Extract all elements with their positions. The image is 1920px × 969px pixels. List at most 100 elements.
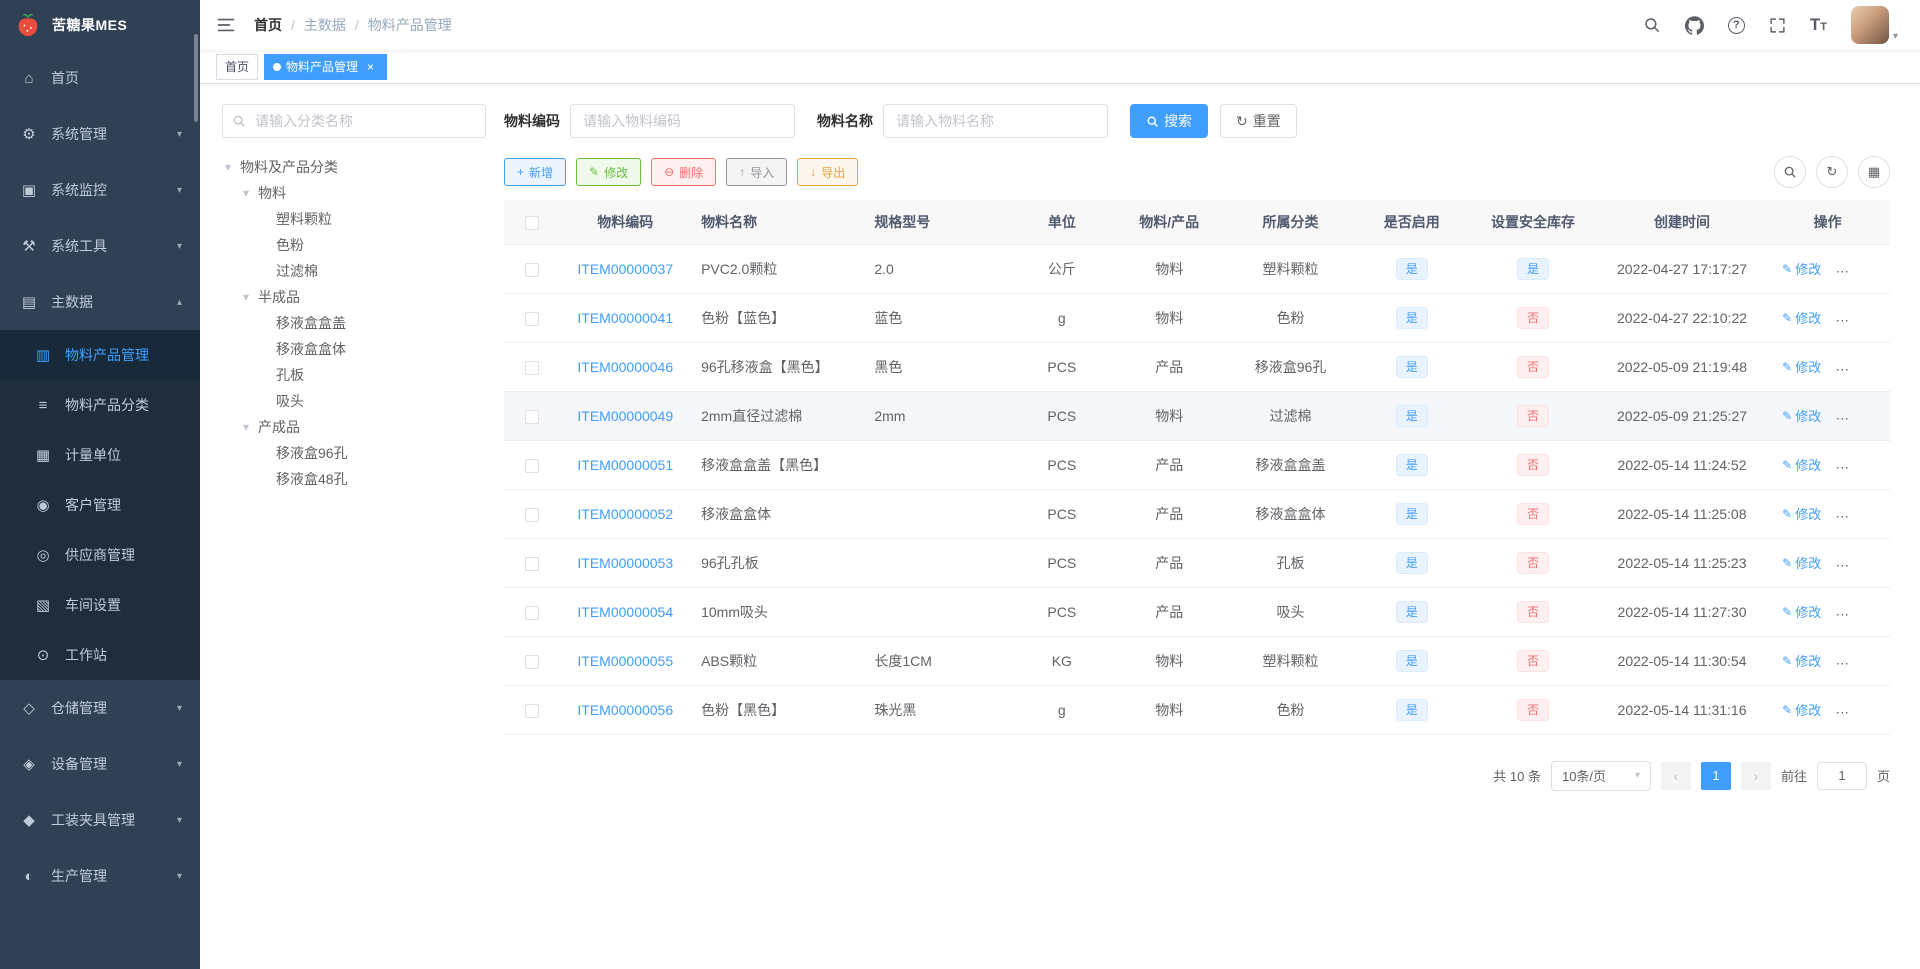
github-icon[interactable]	[1684, 15, 1704, 35]
prev-page-button[interactable]: ‹	[1660, 761, 1691, 790]
sidebar-item-material-product-category[interactable]: ≡ 物料产品分类	[0, 380, 200, 430]
material-code-link[interactable]: ITEM00000037	[577, 261, 673, 277]
avatar[interactable]	[1850, 6, 1889, 44]
sidebar-item-production-management[interactable]: ◐ 生产管理 ▾	[0, 848, 200, 904]
row-checkbox[interactable]	[524, 703, 539, 718]
row-checkbox[interactable]	[524, 458, 539, 473]
material-code-link[interactable]: ITEM00000041	[577, 310, 673, 326]
edit-link[interactable]: ✎ 修改	[1782, 455, 1821, 474]
sidebar-item-material-product-management[interactable]: ▥ 物料产品管理	[0, 330, 200, 380]
edit-link[interactable]: ✎ 修改	[1782, 700, 1821, 719]
material-code-link[interactable]: ITEM00000052	[577, 506, 673, 522]
tree-node[interactable]: ▾吸头	[222, 388, 486, 414]
cell-safety: 否	[1467, 636, 1599, 686]
tree-node[interactable]: ▾移液盒48孔	[222, 466, 486, 492]
material-type: 产品	[1155, 456, 1184, 473]
goto-page-input[interactable]	[1816, 761, 1867, 790]
cell-category: 移液盒96孔	[1224, 342, 1357, 392]
tree-node[interactable]: ▾ 物料	[222, 180, 486, 206]
export-button[interactable]: ↓ 导出	[797, 158, 859, 186]
tree-node[interactable]: ▾塑料颗粒	[222, 206, 486, 232]
tree-node[interactable]: ▾ 产成品	[222, 414, 486, 440]
breadcrumb-item[interactable]: 首页	[254, 15, 282, 35]
sidebar-item-home[interactable]: ⌂ 首页	[0, 50, 200, 106]
fullscreen-icon[interactable]	[1769, 17, 1786, 34]
edit-link[interactable]: ✎ 修改	[1782, 406, 1821, 425]
show-search-button[interactable]	[1774, 156, 1806, 188]
row-checkbox[interactable]	[524, 507, 539, 522]
tree-node[interactable]: ▾ 物料及产品分类	[222, 154, 486, 180]
sidebar-item-master-data[interactable]: ▤ 主数据 ▴	[0, 274, 200, 330]
refresh-table-button[interactable]: ↻	[1816, 156, 1848, 188]
column-settings-button[interactable]: ▦	[1858, 156, 1890, 188]
user-menu[interactable]: ▾	[1850, 6, 1898, 44]
tree-node[interactable]: ▾孔板	[222, 362, 486, 388]
sidebar-item-equipment-management[interactable]: ◈ 设备管理 ▾	[0, 736, 200, 792]
edit-link[interactable]: ✎ 修改	[1782, 504, 1821, 523]
page-number-button[interactable]: 1	[1700, 761, 1731, 790]
tree-node[interactable]: ▾色粉	[222, 232, 486, 258]
material-code-link[interactable]: ITEM00000056	[577, 702, 673, 718]
sidebar-item-warehouse-management[interactable]: ◇ 仓储管理 ▾	[0, 680, 200, 736]
tab-material-product-management[interactable]: 物料产品管理 ×	[264, 53, 388, 80]
sidebar-item-workshop-settings[interactable]: ▧ 车间设置	[0, 580, 200, 630]
edit-link[interactable]: ✎ 修改	[1782, 553, 1821, 572]
sidebar-item-system-tools[interactable]: ⚒ 系统工具 ▾	[0, 218, 200, 274]
reset-button[interactable]: ↻ 重置	[1220, 104, 1297, 138]
app-logo[interactable]: 苦糖果MES	[0, 0, 200, 50]
edit-link[interactable]: ✎ 修改	[1782, 357, 1821, 376]
select-all-checkbox[interactable]	[524, 215, 539, 230]
sidebar-scrollbar[interactable]	[194, 34, 198, 122]
sidebar-item-fixture-management[interactable]: ◆ 工装夹具管理 ▾	[0, 792, 200, 848]
row-checkbox[interactable]	[524, 409, 539, 424]
edit-button[interactable]: ✎ 修改	[576, 158, 642, 186]
hamburger-icon[interactable]	[216, 15, 236, 35]
material-name-input[interactable]	[883, 104, 1108, 138]
material-code-link[interactable]: ITEM00000049	[577, 408, 673, 424]
tree-node[interactable]: ▾移液盒96孔	[222, 440, 486, 466]
edit-link[interactable]: ✎ 修改	[1782, 651, 1821, 670]
edit-link[interactable]: ✎ 修改	[1782, 602, 1821, 621]
search-button[interactable]: 搜索	[1130, 104, 1208, 138]
sidebar-item-workstation[interactable]: ⊙ 工作站	[0, 630, 200, 680]
row-checkbox[interactable]	[524, 360, 539, 375]
close-icon[interactable]: ×	[363, 59, 378, 74]
tab-home[interactable]: 首页	[216, 53, 259, 80]
search-icon[interactable]	[1643, 16, 1661, 34]
row-checkbox[interactable]	[524, 311, 539, 326]
row-checkbox[interactable]	[524, 262, 539, 277]
material-code-link[interactable]: ITEM00000053	[577, 555, 673, 571]
material-code-link[interactable]: ITEM00000046	[577, 359, 673, 375]
font-size-icon[interactable]: TT	[1810, 15, 1827, 35]
category-search-input[interactable]	[222, 104, 486, 138]
table-row: ITEM00000055 ABS颗粒 长度1CM KG 物料 塑料颗粒 是 否 2022-05-…	[504, 636, 1890, 686]
material-code-link[interactable]: ITEM00000055	[577, 653, 673, 669]
edit-link[interactable]: ✎ 修改	[1782, 308, 1821, 327]
tree-node[interactable]: ▾ 半成品	[222, 284, 486, 310]
tree-node[interactable]: ▾过滤棉	[222, 258, 486, 284]
sidebar-item-customer-management[interactable]: ◉ 客户管理	[0, 480, 200, 530]
tree-node[interactable]: ▾移液盒盒盖	[222, 310, 486, 336]
cell-name: 色粉【黑色】	[691, 685, 865, 735]
material-code-input[interactable]	[570, 104, 795, 138]
delete-button[interactable]: ⊖ 删除	[651, 158, 717, 186]
breadcrumb-item[interactable]: 主数据	[304, 15, 346, 35]
add-button[interactable]: + 新增	[504, 158, 567, 186]
next-page-button[interactable]: ›	[1740, 761, 1771, 790]
sidebar-item-supplier-management[interactable]: ◎ 供应商管理	[0, 530, 200, 580]
edit-link[interactable]: ✎ 修改	[1782, 259, 1821, 278]
row-checkbox[interactable]	[524, 654, 539, 669]
material-code-link[interactable]: ITEM00000054	[577, 604, 673, 620]
import-button[interactable]: ↑ 导入	[726, 158, 788, 186]
tree-node[interactable]: ▾移液盒盒体	[222, 336, 486, 362]
row-checkbox[interactable]	[524, 605, 539, 620]
row-checkbox[interactable]	[524, 556, 539, 571]
sidebar-item-system-management[interactable]: ⚙ 系统管理 ▾	[0, 106, 200, 162]
sidebar-item-system-monitor[interactable]: ▣ 系统监控 ▾	[0, 162, 200, 218]
material-code-link[interactable]: ITEM00000051	[577, 457, 673, 473]
help-icon[interactable]: ?	[1727, 16, 1745, 34]
edit-icon: ✎	[1782, 261, 1793, 276]
sidebar-item-measure-unit[interactable]: ▦ 计量单位	[0, 430, 200, 480]
page-size-select[interactable]: 10条/页 ▾	[1550, 760, 1651, 791]
cell-unit: PCS	[1009, 440, 1114, 490]
